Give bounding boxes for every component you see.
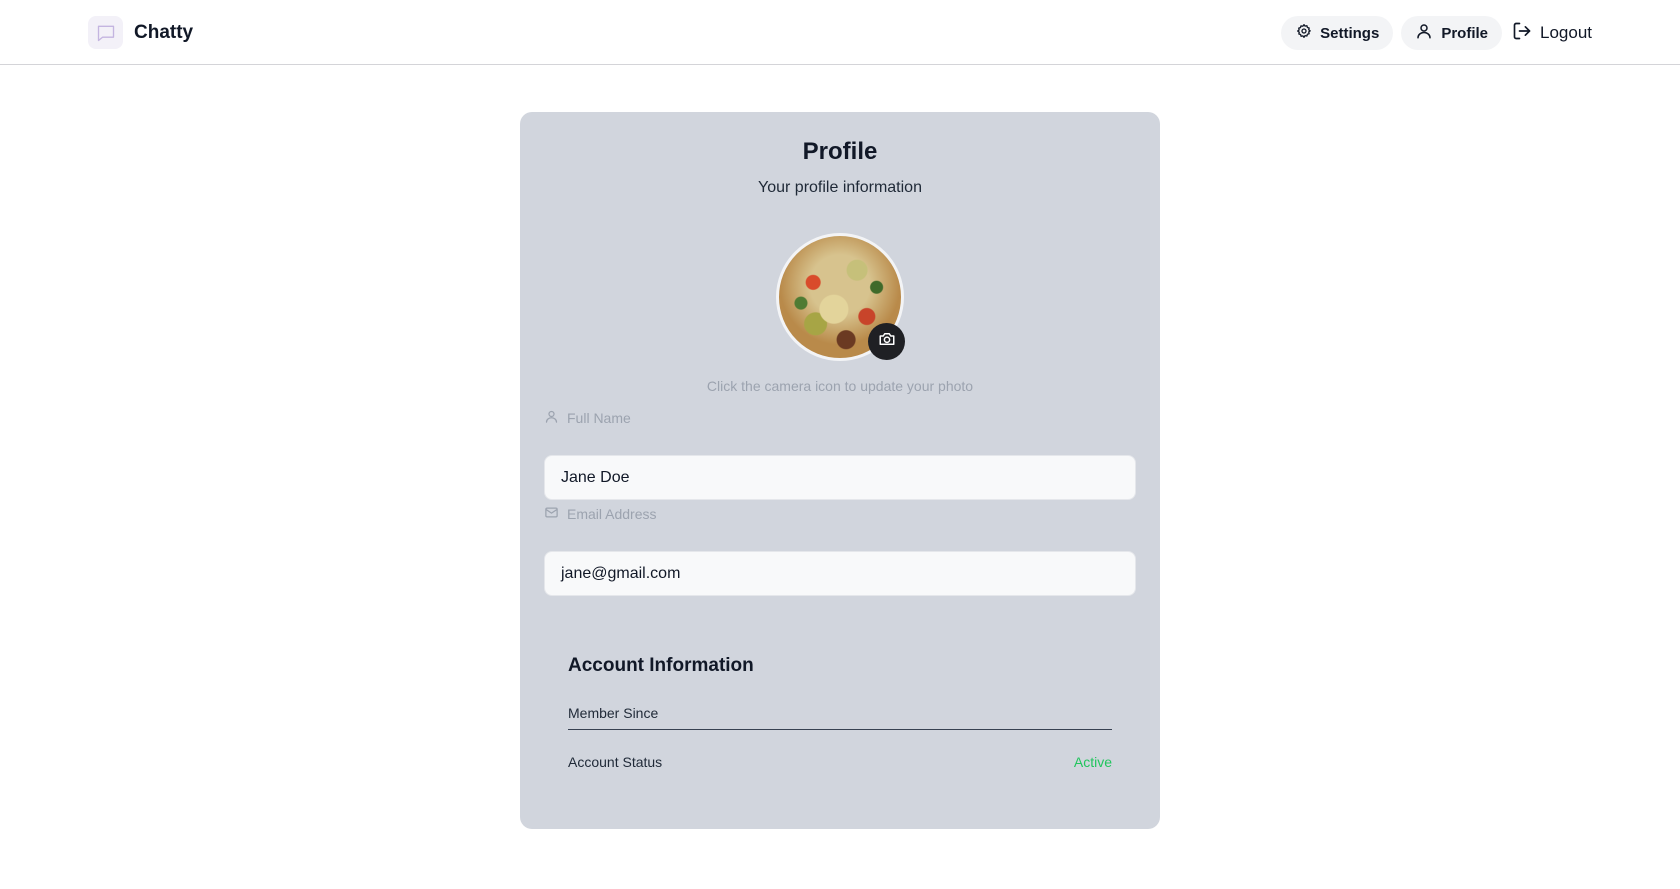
account-status-label: Account Status — [568, 754, 663, 770]
logout-icon — [1512, 21, 1532, 46]
header-nav: Settings Profile Logout — [1281, 16, 1592, 50]
settings-button[interactable]: Settings — [1281, 16, 1394, 50]
logout-button[interactable]: Logout — [1510, 16, 1592, 50]
mail-icon — [544, 505, 559, 523]
message-square-icon — [88, 16, 123, 49]
page-subtitle: Your profile information — [758, 179, 922, 196]
profile-label: Profile — [1441, 24, 1488, 42]
avatar-hint: Click the camera icon to update your pho… — [706, 378, 974, 394]
account-status-row: Account Status Active — [568, 754, 1112, 770]
logout-label: Logout — [1540, 23, 1592, 42]
email-value: jane@gmail.com — [561, 564, 681, 582]
page-title: Profile — [802, 138, 878, 165]
email-label: Email Address — [544, 505, 656, 523]
full-name-field[interactable]: Jane Doe — [544, 455, 1136, 500]
full-name-value: Jane Doe — [561, 468, 630, 486]
gear-icon — [1296, 23, 1312, 43]
status-badge: Active — [1073, 754, 1112, 770]
profile-button[interactable]: Profile — [1401, 16, 1502, 50]
user-icon — [544, 409, 559, 427]
camera-upload-button[interactable] — [868, 323, 905, 360]
brand-name: Chatty — [134, 21, 194, 43]
email-label-text: Email Address — [567, 506, 657, 522]
email-field[interactable]: jane@gmail.com — [544, 551, 1136, 596]
brand-link[interactable]: Chatty — [88, 16, 193, 49]
full-name-label-text: Full Name — [567, 410, 631, 426]
avatar-container — [776, 233, 905, 361]
member-since-label: Member Since — [568, 705, 659, 721]
settings-label: Settings — [1320, 24, 1380, 42]
full-name-label: Full Name — [544, 409, 631, 427]
member-since-row: Member Since — [568, 705, 1112, 730]
camera-icon — [878, 330, 896, 353]
account-info-title: Account Information — [568, 655, 754, 676]
user-icon — [1415, 22, 1433, 44]
top-navbar: Chatty Settings Profile Logout — [0, 0, 1680, 65]
profile-card: Profile Your profile information Click t… — [520, 112, 1160, 829]
